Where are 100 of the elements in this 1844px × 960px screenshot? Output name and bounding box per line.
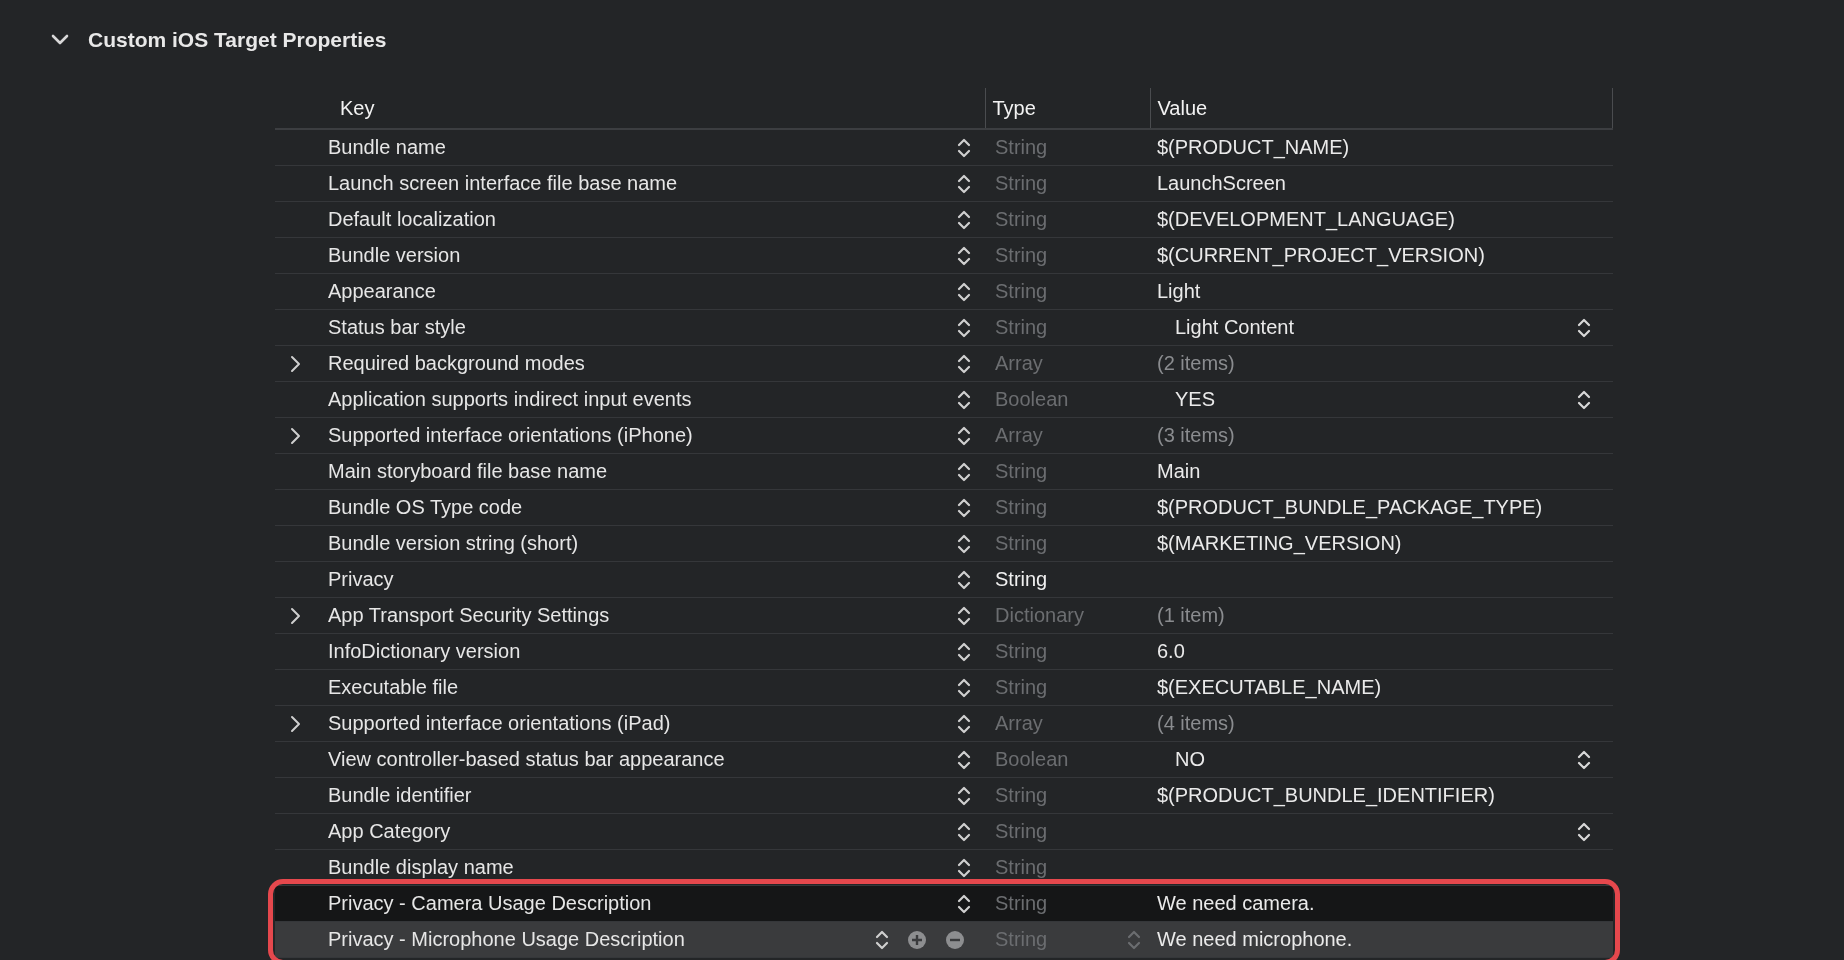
stepper-icon[interactable]	[957, 388, 971, 411]
stepper-icon[interactable]	[957, 712, 971, 735]
table-row[interactable]: Launch screen interface file base name String LaunchScreen	[275, 165, 1613, 202]
column-header[interactable]: Value	[1157, 96, 1208, 120]
stepper-icon[interactable]	[957, 568, 971, 591]
popup-stepper-icon[interactable]	[1576, 388, 1591, 411]
table-row[interactable]: Bundle OS Type code String $(PRODUCT_BUNDLE_PACKAGE_TYPE)	[275, 489, 1613, 526]
column-header[interactable]: Type	[992, 96, 1036, 120]
type-text: String	[994, 640, 1048, 662]
table-row[interactable]: App Category String	[275, 813, 1613, 850]
key-text: Bundle version	[328, 244, 462, 267]
value-text: $(MARKETING_VERSION)	[1157, 532, 1402, 555]
type-text: String	[994, 244, 1048, 266]
key-text: Launch screen interface file base name	[328, 172, 679, 195]
expand-chevron-icon[interactable]	[288, 606, 301, 625]
popup-stepper-icon[interactable]	[1576, 316, 1591, 339]
table-row[interactable]: Bundle display name String	[275, 849, 1613, 886]
value-text: Main	[1157, 460, 1201, 483]
table-row[interactable]: Supported interface orientations (iPhone) Array (3 items)	[275, 417, 1613, 454]
stepper-icon[interactable]	[957, 496, 971, 519]
expand-chevron-icon[interactable]	[288, 354, 301, 373]
table-row[interactable]: View controller-based status bar appearance Boolean NO	[275, 741, 1613, 778]
value-text[interactable]: NO	[1175, 748, 1205, 771]
key-text: View controller-based status bar appearance	[328, 748, 726, 771]
key-text: Application supports indirect input events	[328, 388, 693, 411]
type-text: String	[994, 820, 1048, 842]
expand-chevron-icon[interactable]	[288, 714, 301, 733]
stepper-icon[interactable]	[957, 604, 971, 627]
type-text: String	[994, 676, 1048, 698]
key-text: Default localization	[328, 208, 497, 231]
type-text: String	[994, 172, 1048, 194]
stepper-icon[interactable]	[875, 928, 889, 951]
type-text: String	[994, 136, 1048, 158]
type-text: Array	[994, 712, 1043, 734]
table-row[interactable]: Bundle identifier String $(PRODUCT_BUNDLE_IDENTIFIER)	[275, 777, 1613, 814]
stepper-icon[interactable]	[957, 460, 971, 483]
table-row[interactable]: Required background modes Array (2 items)	[275, 345, 1613, 382]
stepper-icon[interactable]	[957, 316, 971, 339]
expand-chevron-icon[interactable]	[288, 426, 301, 445]
key-text: Bundle version string (short)	[328, 532, 580, 555]
table-row[interactable]: Main storyboard file base name String Main	[275, 453, 1613, 490]
value-text: $(PRODUCT_BUNDLE_PACKAGE_TYPE)	[1157, 496, 1543, 519]
value-text: 6.0	[1157, 640, 1185, 663]
key-text: Privacy - Microphone Usage Description	[328, 928, 686, 951]
key-text: Status bar style	[328, 316, 467, 339]
value-text: $(DEVELOPMENT_LANGUAGE)	[1157, 208, 1455, 231]
stepper-icon[interactable]	[957, 784, 971, 807]
table-row[interactable]: Privacy String	[275, 561, 1613, 598]
type-text: Array	[994, 352, 1043, 374]
table-row[interactable]: Executable file String $(EXECUTABLE_NAME)	[275, 669, 1613, 706]
key-text: Privacy - Camera Usage Description	[328, 892, 653, 915]
key-text: App Category	[328, 820, 452, 843]
value-text: $(CURRENT_PROJECT_VERSION)	[1157, 244, 1485, 267]
popup-stepper-icon[interactable]	[1576, 820, 1591, 843]
value-text[interactable]: YES	[1175, 388, 1216, 411]
table-row[interactable]: Supported interface orientations (iPad) Array (4 items)	[275, 705, 1613, 742]
type-text: String	[994, 208, 1048, 230]
value-text: (1 item)	[1157, 604, 1225, 627]
stepper-icon[interactable]	[957, 820, 971, 843]
stepper-icon[interactable]	[957, 640, 971, 663]
type-text: String	[994, 784, 1048, 806]
add-icon[interactable]	[907, 929, 927, 950]
key-text: Executable file	[328, 676, 460, 699]
table-row[interactable]: Bundle version string (short) String $(MARKETING_VERSION)	[275, 525, 1613, 562]
stepper-icon[interactable]	[957, 136, 971, 159]
stepper-icon[interactable]	[957, 244, 971, 267]
stepper-icon[interactable]	[957, 892, 971, 915]
popup-stepper-icon[interactable]	[1576, 748, 1591, 771]
remove-icon[interactable]	[945, 929, 965, 950]
type-text: String	[994, 316, 1048, 338]
table-row[interactable]: InfoDictionary version String 6.0	[275, 633, 1613, 670]
key-text: InfoDictionary version	[328, 640, 522, 663]
disclosure-chevron-icon[interactable]	[50, 33, 70, 47]
table-row[interactable]: App Transport Security Settings Dictionary (1 item)	[275, 597, 1613, 634]
table-row[interactable]: Bundle version String $(CURRENT_PROJECT_VERSION)	[275, 237, 1613, 274]
stepper-icon[interactable]	[957, 208, 971, 231]
table-row[interactable]: Default localization String $(DEVELOPMENT_LANGUAGE)	[275, 201, 1613, 238]
value-text: $(EXECUTABLE_NAME)	[1157, 676, 1382, 699]
stepper-icon[interactable]	[957, 532, 971, 555]
type-text: String	[994, 532, 1048, 554]
stepper-icon[interactable]	[957, 424, 971, 447]
section-title: Custom iOS Target Properties	[88, 28, 387, 52]
type-text: String	[994, 460, 1048, 482]
stepper-icon[interactable]	[957, 172, 971, 195]
stepper-icon[interactable]	[957, 748, 971, 771]
stepper-icon[interactable]	[957, 676, 971, 699]
key-text: App Transport Security Settings	[328, 604, 611, 627]
value-text: $(PRODUCT_NAME)	[1157, 136, 1350, 159]
stepper-icon[interactable]	[957, 856, 971, 879]
table-row[interactable]: Application supports indirect input events Boolean YES	[275, 381, 1613, 418]
type-text: String	[994, 568, 1048, 590]
value-text: We need camera.	[1157, 892, 1315, 915]
stepper-icon[interactable]	[957, 352, 971, 375]
table-row[interactable]: Bundle name String $(PRODUCT_NAME)	[275, 129, 1613, 166]
column-header[interactable]: Key	[340, 96, 375, 120]
table-row[interactable]: Status bar style String Light Content	[275, 309, 1613, 346]
table-row[interactable]: Appearance String Light	[275, 273, 1613, 310]
type-text: Boolean	[994, 388, 1069, 410]
value-text[interactable]: Light Content	[1175, 316, 1294, 339]
stepper-icon[interactable]	[957, 280, 971, 303]
